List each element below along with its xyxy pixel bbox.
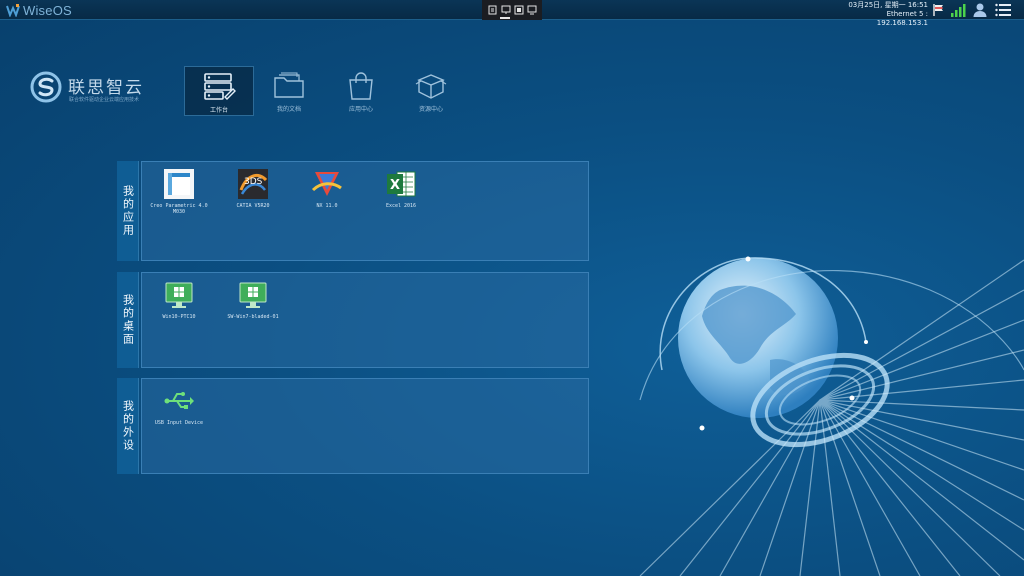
file-transfer-icon[interactable]	[488, 5, 498, 15]
os-logo: WiseOS	[6, 2, 72, 18]
app-tile-nx[interactable]: NX 11.0	[297, 168, 357, 209]
clock-date: 03月25日, 星期一 16:51	[848, 1, 928, 9]
nav-app-center-label: 应用中心	[348, 106, 373, 113]
app-tile-excel[interactable]: X Excel 2016	[371, 168, 431, 209]
folder-icon	[274, 72, 304, 98]
panel-my-devices-header: 我的外设	[117, 378, 139, 474]
nav-workbench-label: 工作台	[209, 107, 228, 114]
user-icon[interactable]	[972, 2, 988, 18]
panel-my-apps-header: 我的应用	[117, 161, 139, 261]
screen-share-icon[interactable]	[527, 5, 537, 15]
nav-resource-center-label: 资源中心	[418, 106, 443, 113]
panel-my-apps-body: Creo Parametric 4.0 M030 3DS CATIA V5R20…	[141, 161, 589, 261]
panel-my-devices: 我的外设 USB Input Device	[117, 378, 589, 474]
windows-desktop-icon	[239, 282, 267, 308]
panel-my-desktops-body: Win10-PTC10 SW-Win7-bladed-01	[141, 272, 589, 368]
device-tile-usb-input-label: USB Input Device	[154, 420, 204, 426]
excel-icon: X	[387, 171, 416, 197]
wiseos-logo-icon	[6, 4, 20, 17]
panel-my-devices-title: 我的外设	[121, 400, 135, 452]
app-tile-nx-label: NX 11.0	[316, 203, 338, 209]
app-tile-catia-label: CATIA V5R20	[236, 203, 270, 209]
panel-my-desktops: 我的桌面 Win10-PTC10 SW-Win7-bladed-01	[117, 272, 589, 368]
monitor-icon[interactable]	[501, 5, 511, 15]
globe-illustration	[639, 256, 1024, 576]
catia-icon: 3DS	[238, 169, 268, 199]
panel-my-desktops-header: 我的桌面	[117, 272, 139, 368]
nav-app-center[interactable]: 应用中心	[326, 66, 396, 116]
panel-my-desktops-title: 我的桌面	[121, 294, 135, 346]
clock: 03月25日, 星期一 16:51 Ethernet 5 : 192.168.1…	[840, 1, 928, 28]
os-name: WiseOS	[23, 2, 72, 18]
session-toolbar	[482, 0, 542, 20]
brand: 联思智云 联合软件驱动企业云端应用技术	[30, 71, 160, 107]
panel-my-devices-body: USB Input Device	[141, 378, 589, 474]
signal-strength-icon[interactable]	[950, 2, 966, 18]
active-tool-indicator	[500, 17, 510, 19]
shopping-bag-icon	[349, 72, 373, 100]
app-tile-creo-label: Creo Parametric 4.0 M030	[150, 203, 208, 215]
brand-logo-icon	[30, 71, 62, 103]
desktop-tile-win10-ptc10[interactable]: Win10-PTC10	[149, 279, 209, 320]
svg-text:3DS: 3DS	[244, 177, 263, 187]
desktop-tile-win10-ptc10-label: Win10-PTC10	[162, 314, 196, 320]
app-tile-creo[interactable]: Creo Parametric 4.0 M030	[149, 168, 209, 215]
nav-resource-center[interactable]: 资源中心	[396, 66, 466, 116]
brand-subtitle: 联合软件驱动企业云端应用技术	[69, 97, 140, 103]
nav-my-documents-label: 我的文档	[276, 106, 301, 113]
svg-text:X: X	[390, 178, 400, 193]
nav-my-documents[interactable]: 我的文档	[254, 66, 324, 116]
brand-title: 联思智云	[68, 78, 144, 98]
panel-my-apps-title: 我的应用	[121, 185, 135, 237]
windows-desktop-icon	[165, 282, 193, 308]
desktop-tile-sw-win7-label: SW-Win7-bladed-01	[227, 314, 279, 320]
desktop-tile-sw-win7[interactable]: SW-Win7-bladed-01	[223, 279, 283, 320]
creo-icon	[164, 169, 194, 199]
device-tile-usb-input[interactable]: USB Input Device	[149, 385, 209, 426]
menu-icon[interactable]	[994, 2, 1012, 18]
workbench-icon	[204, 73, 236, 100]
app-tile-excel-label: Excel 2016	[385, 203, 417, 209]
panel-my-apps: 我的应用 Creo Parametric 4.0 M030 3DS CATIA …	[117, 161, 589, 261]
app-tile-catia[interactable]: 3DS CATIA V5R20	[223, 168, 283, 209]
flag-icon[interactable]	[932, 2, 946, 18]
top-bar: WiseOS 03月25日, 星期一 16:51 Ethernet 5 : 19…	[0, 0, 1024, 27]
nx-icon	[311, 172, 342, 196]
nav-workbench[interactable]: 工作台	[184, 66, 254, 116]
box-icon	[415, 74, 447, 99]
window-icon[interactable]	[514, 5, 524, 15]
network-address: Ethernet 5 : 192.168.153.1	[876, 10, 928, 27]
usb-icon	[164, 392, 194, 409]
